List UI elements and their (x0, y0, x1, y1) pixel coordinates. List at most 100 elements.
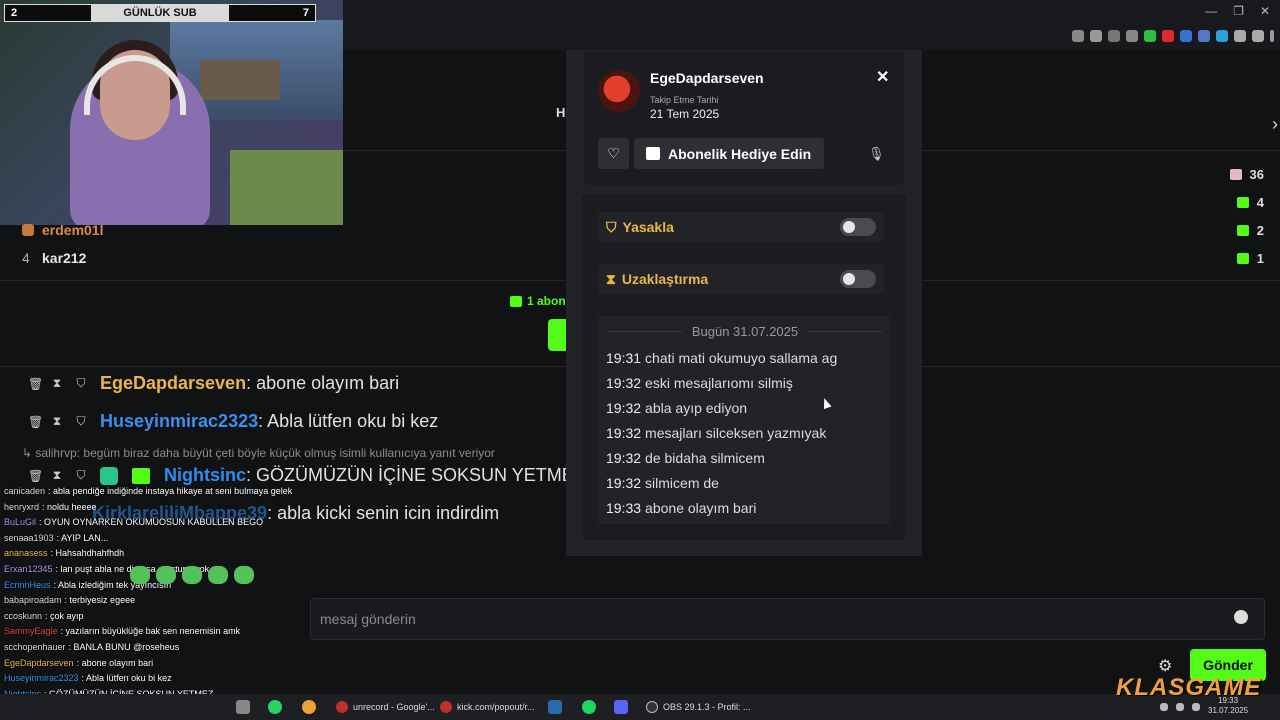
chat-username[interactable]: Nightsinc (164, 465, 246, 485)
history-message: 19:32 eski mesajlarıomı silmiş (606, 375, 793, 391)
puzzle-icon[interactable] (1234, 30, 1246, 42)
gifter-row[interactable]: 4 kar212 (22, 250, 86, 266)
rank-badge-icon (22, 224, 34, 236)
translate-icon[interactable] (1216, 30, 1228, 42)
overlay-chat-username: henryxrd (4, 501, 40, 512)
hourglass-icon[interactable]: ⧗ (52, 468, 62, 483)
play-extension-icon[interactable] (1108, 30, 1120, 42)
minimize-icon[interactable]: — (1205, 4, 1217, 18)
steam-icon[interactable] (548, 700, 562, 714)
tray-icon[interactable] (1176, 703, 1184, 711)
gift-subscription-button[interactable]: Abonelik Hediye Edin (634, 138, 824, 169)
gift-icon (510, 295, 522, 307)
overlay-chat-username: scchopenhauer (4, 641, 66, 652)
stream-header-title: H (556, 105, 566, 120)
overlay-chat-text: : AYIP LAN... (56, 532, 109, 543)
webcam-bed (230, 150, 343, 225)
chat-input-placeholder: mesaj gönderin (320, 611, 416, 627)
timeout-row[interactable]: ⧗ Uzaklaştırma (598, 264, 884, 294)
chrome-icon[interactable] (302, 700, 316, 714)
overlay-chat-username: canicaden (4, 486, 46, 496)
chevron-right-icon[interactable]: › (1272, 114, 1278, 135)
taskbar (0, 694, 1280, 720)
chat-text: : GÖZÜMÜZÜN İÇİNE SOKSUN YETME (246, 465, 574, 485)
gifter-rank: 4 (22, 250, 30, 266)
chat-username[interactable]: EgeDapdarseven (100, 373, 246, 393)
overlay-chat-line: ananasess: Hahsahdhahfhdh (0, 546, 312, 562)
history-message: 19:32 de bidaha silmicem (606, 450, 765, 466)
chat-message[interactable]: 🗑 ⧗ ⛉ EgeDapdarseven: abone olayım bari (28, 373, 399, 394)
shield-extension-icon[interactable] (1090, 30, 1102, 42)
history-message: 19:32 silmicem de (606, 475, 719, 491)
download-icon[interactable] (1252, 30, 1264, 42)
taskbar-window[interactable]: unrecord - Google'... (336, 697, 435, 717)
green-extension-icon[interactable] (1144, 30, 1156, 42)
history-time: 19:33 (606, 500, 642, 516)
close-icon[interactable]: ✕ (876, 67, 889, 87)
trash-icon[interactable]: 🗑 (28, 415, 43, 429)
hourglass-icon[interactable]: ⧗ (52, 376, 62, 391)
blue-extension-icon[interactable] (1180, 30, 1192, 42)
gifter-name: kar212 (42, 250, 87, 266)
daily-sub-current: 2 (5, 5, 91, 21)
trash-icon[interactable]: 🗑 (28, 469, 43, 483)
emoji-icon[interactable] (1234, 610, 1248, 624)
history-time: 19:31 (606, 350, 642, 366)
history-message: 19:32 abla ayıp ediyon (606, 400, 747, 416)
timeout-toggle[interactable] (840, 270, 876, 288)
overlay-chat-username: BuLuGil (4, 517, 37, 528)
spotify-icon[interactable] (582, 700, 596, 714)
reply-preview: ↳ salihrvp: begüm biraz daha büyüt çeti … (22, 446, 495, 460)
lock-extension-icon[interactable] (1198, 30, 1210, 42)
watermark-logo: KLASGAME (1116, 674, 1262, 701)
maximize-icon[interactable]: ❐ (1233, 4, 1244, 18)
chat-message[interactable]: 🗑 ⧗ ⛉ Huseyinmirac2323: Abla lütfen oku … (28, 411, 438, 432)
ban-toggle[interactable] (840, 218, 876, 236)
red-extension-icon[interactable] (1162, 30, 1174, 42)
overlay-chat-line: ccoskunn: çok ayıp (0, 609, 312, 625)
wifi-icon[interactable] (1192, 703, 1200, 711)
gear-icon[interactable]: ⚙ (1158, 656, 1172, 676)
history-time: 19:32 (606, 450, 642, 466)
zoom-icon[interactable] (1072, 30, 1084, 42)
chat-message[interactable]: 🗑 ⧗ ⛉ Nightsinc: GÖZÜMÜZÜN İÇİNE SOKSUN … (28, 465, 574, 486)
history-text: de bidaha silmicem (645, 450, 765, 466)
subscription-banner: 1 abon (510, 294, 566, 308)
webcam-feed (0, 0, 343, 225)
emote-icon (182, 566, 202, 584)
taskbar-window[interactable]: kick.com/popout/r... (440, 697, 535, 717)
tray-icon[interactable] (1160, 703, 1168, 711)
task-view-icon[interactable] (236, 700, 250, 714)
discord-icon[interactable] (614, 700, 628, 714)
chat-text: : Abla lütfen oku bi kez (258, 411, 439, 431)
trash-icon[interactable]: 🗑 (28, 377, 43, 391)
daily-sub-bar: 2 GÜNLÜK SUB 7 (4, 4, 316, 22)
chat-input[interactable] (310, 598, 1265, 640)
menu-icon[interactable] (1270, 30, 1274, 42)
ban-row[interactable]: ⛉ Yasakla (598, 212, 884, 242)
whatsapp-icon[interactable] (268, 700, 282, 714)
shield-icon[interactable]: ⛉ (76, 376, 86, 391)
gift-icon (1236, 253, 1249, 264)
hourglass-icon[interactable]: ⧗ (52, 414, 62, 429)
history-text: abone olayım bari (645, 500, 757, 516)
shield-icon[interactable]: ⛉ (76, 468, 86, 483)
history-text: silmicem de (645, 475, 719, 491)
gifter-row[interactable]: erdem01l (22, 222, 103, 238)
overlay-chat-text: : yazıların büyüklüğe bak sen nenemisin … (60, 626, 241, 637)
close-window-icon[interactable]: ✕ (1260, 4, 1270, 18)
message-history (598, 316, 890, 524)
star-icon[interactable] (1126, 30, 1138, 42)
overlay-chat-username: SammyEagle (4, 626, 58, 637)
overlay-chat-username: babapiroadam (4, 595, 62, 606)
mute-icon[interactable]: 🎙 (868, 146, 885, 162)
history-time: 19:32 (606, 375, 642, 391)
user-card-username: EgeDapdarseven (650, 70, 764, 86)
history-date-separator: Bugün 31.07.2025 (608, 324, 882, 339)
follow-button[interactable]: ♡ (598, 138, 629, 169)
chat-username[interactable]: Huseyinmirac2323 (100, 411, 258, 431)
shield-icon[interactable]: ⛉ (76, 414, 86, 429)
gift-count-row: 4 (1236, 195, 1264, 210)
overlay-chat-text: : terbiyesiz egeee (64, 595, 136, 606)
taskbar-window[interactable]: OBS 29.1.3 - Profil: ... (646, 697, 751, 717)
